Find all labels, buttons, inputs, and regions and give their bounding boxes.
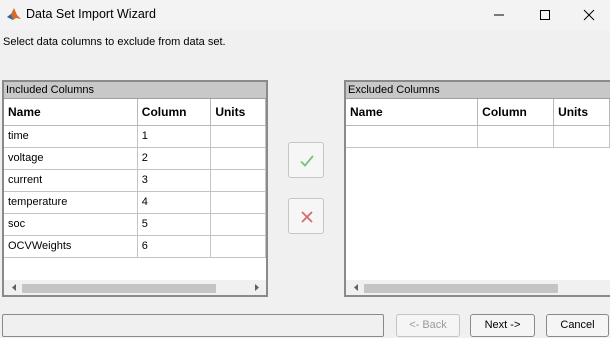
column-header-name[interactable]: Name [4, 99, 138, 126]
table-row[interactable]: voltage 2 [4, 147, 266, 170]
table-header-row: Name Column Units [346, 99, 610, 126]
column-header-units[interactable]: Units [553, 99, 610, 126]
included-columns-panel: Included Columns Name Column Units time … [2, 80, 268, 297]
column-header-column[interactable]: Column [477, 99, 555, 126]
cell-units[interactable] [210, 213, 266, 236]
maximize-button[interactable] [522, 0, 568, 30]
excluded-columns-header: Excluded Columns [346, 82, 610, 99]
cell-column[interactable]: 4 [137, 191, 212, 214]
cell-units[interactable] [210, 125, 266, 148]
next-button[interactable]: Next -> [470, 314, 535, 337]
cell-name[interactable]: current [4, 169, 138, 192]
cell-name[interactable]: temperature [4, 191, 138, 214]
cell-units[interactable] [210, 169, 266, 192]
checkmark-icon [300, 155, 314, 167]
column-header-units[interactable]: Units [210, 99, 266, 126]
back-button[interactable]: <- Back [396, 314, 460, 337]
exclude-column-button[interactable] [288, 198, 324, 234]
cell-column[interactable]: 3 [137, 169, 212, 192]
table-header-row: Name Column Units [4, 99, 266, 126]
table-row[interactable]: current 3 [4, 169, 266, 192]
cell-name[interactable]: time [4, 125, 138, 148]
minimize-button[interactable] [476, 0, 522, 30]
cell-column[interactable]: 2 [137, 147, 212, 170]
cell-units[interactable] [210, 235, 266, 258]
included-columns-table: Name Column Units time 1 voltage 2 curre… [4, 99, 266, 258]
included-columns-header: Included Columns [4, 82, 266, 99]
include-column-button[interactable] [288, 142, 324, 178]
cell-name[interactable]: soc [4, 213, 138, 236]
cell-name[interactable]: voltage [4, 147, 138, 170]
table-row[interactable]: time 1 [4, 125, 266, 148]
close-button[interactable] [566, 0, 610, 30]
scrollbar-thumb[interactable] [364, 284, 558, 293]
cell-units[interactable] [553, 125, 610, 148]
cross-icon [301, 211, 313, 223]
table-row[interactable]: OCVWeights 6 [4, 235, 266, 258]
cell-column[interactable]: 1 [137, 125, 212, 148]
status-field [2, 314, 384, 337]
scrollbar-thumb[interactable] [22, 284, 216, 293]
table-row[interactable]: temperature 4 [4, 191, 266, 214]
scroll-left-icon[interactable] [9, 283, 19, 292]
cell-name[interactable]: OCVWeights [4, 235, 138, 258]
scroll-left-icon[interactable] [351, 283, 361, 292]
excluded-columns-panel: Excluded Columns Name Column Units [344, 80, 610, 297]
cell-column[interactable]: 5 [137, 213, 212, 236]
instruction-text: Select data columns to exclude from data… [3, 36, 226, 48]
maximize-icon [540, 10, 550, 20]
close-icon [583, 9, 595, 21]
excluded-columns-table: Name Column Units [346, 99, 610, 148]
horizontal-scrollbar[interactable] [346, 280, 610, 295]
minimize-icon [494, 14, 504, 16]
cell-units[interactable] [210, 147, 266, 170]
scroll-right-icon[interactable] [252, 283, 262, 292]
column-header-column[interactable]: Column [137, 99, 212, 126]
cell-column[interactable] [477, 125, 555, 148]
title-bar: Data Set Import Wizard [0, 0, 610, 30]
window-title: Data Set Import Wizard [26, 7, 156, 21]
table-row[interactable]: soc 5 [4, 213, 266, 236]
table-row[interactable] [346, 125, 610, 148]
horizontal-scrollbar[interactable] [4, 280, 266, 295]
cell-name[interactable] [346, 125, 479, 148]
cell-units[interactable] [210, 191, 266, 214]
column-header-name[interactable]: Name [346, 99, 479, 126]
cell-column[interactable]: 6 [137, 235, 212, 258]
matlab-logo-icon [7, 8, 21, 20]
cancel-button[interactable]: Cancel [546, 314, 609, 337]
